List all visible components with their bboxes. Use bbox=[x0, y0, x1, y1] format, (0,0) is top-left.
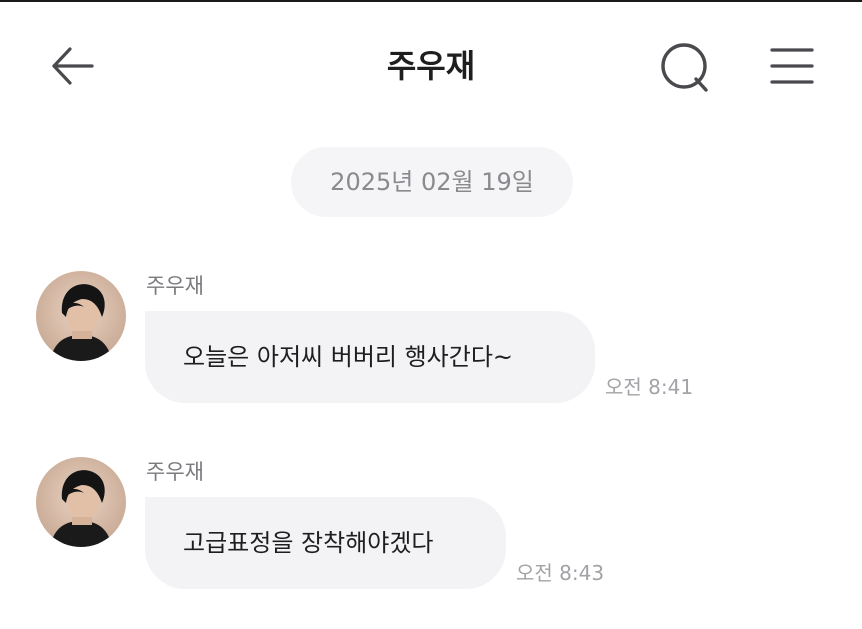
message-bubble[interactable]: 오늘은 아저씨 버버리 행사간다~ bbox=[145, 311, 595, 403]
search-icon bbox=[661, 43, 708, 92]
message-time: 오전 8:43 bbox=[516, 561, 605, 585]
message-bubble[interactable]: 고급표정을 장착해야겠다 bbox=[145, 497, 506, 589]
sender-name: 주우재 bbox=[146, 460, 204, 484]
chat-header: 주우재 bbox=[0, 2, 862, 122]
back-button[interactable] bbox=[48, 42, 96, 90]
arrow-left-icon bbox=[52, 47, 94, 85]
menu-button[interactable] bbox=[766, 44, 816, 92]
search-button[interactable] bbox=[656, 40, 712, 96]
date-separator: 2025년 02월 19일 bbox=[291, 147, 573, 217]
sender-name: 주우재 bbox=[146, 274, 204, 298]
sender-avatar[interactable] bbox=[36, 271, 126, 361]
sender-avatar[interactable] bbox=[36, 457, 126, 547]
avatar-photo bbox=[36, 457, 126, 547]
chat-title: 주우재 bbox=[386, 47, 476, 85]
avatar-photo bbox=[36, 271, 126, 361]
message-time: 오전 8:41 bbox=[605, 375, 694, 399]
hamburger-menu-icon bbox=[770, 48, 814, 84]
